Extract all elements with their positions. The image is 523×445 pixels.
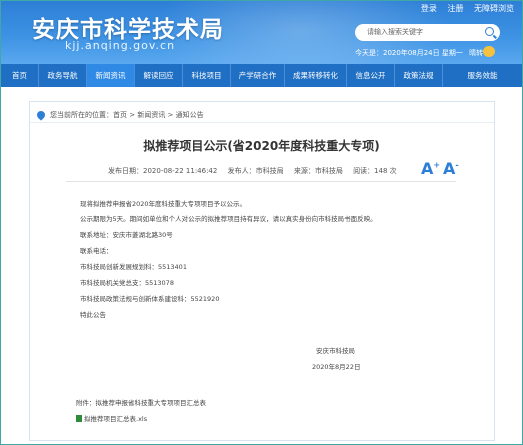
author: 发布人：市科技局 [227, 167, 284, 175]
paragraph-phone-3: 市科技局政策法规与创新体系建设科：5521920 [80, 295, 220, 303]
search-icon[interactable] [485, 27, 494, 36]
font-increase-label: A [421, 159, 434, 178]
paragraph-intro: 现将拟推荐申报省2020年度科技重大专项项目予以公示。 [80, 200, 247, 208]
date-text: 今天是：2020年08月24日 星期一 [355, 49, 463, 57]
source: 来源：市科技局 [293, 167, 343, 175]
nav-item-transfer[interactable]: 成果转移转化 [285, 64, 347, 87]
nav-item-news[interactable]: 新闻资讯 [87, 64, 135, 87]
site-header: 安庆市科学技术局 kjj.anqing.gov.cn 登录 注册 无障碍浏览 请… [1, 1, 522, 64]
view-count: 阅读：148 次 [353, 167, 397, 175]
publish-time: 发布日期：2020-08-22 11:46:42 [108, 167, 218, 175]
paragraph-phone-2: 市科技局机关党总支：5513078 [80, 279, 174, 287]
breadcrumb: 您当前所在的位置：首页 > 新闻资讯 > 通知公告 [35, 109, 204, 121]
nav-item-cooperation[interactable]: 产学研合作 [231, 64, 285, 87]
nav-item-policy[interactable]: 政策法规 [395, 64, 443, 87]
search-placeholder: 请输入搜索关键字 [367, 28, 423, 36]
location-pin-icon [35, 109, 47, 121]
nav-item-home[interactable]: 首页 [1, 64, 39, 87]
search-input[interactable]: 请输入搜索关键字 [355, 24, 500, 41]
breadcrumb-divider [30, 122, 494, 123]
nav-item-interpret[interactable]: 解读回应 [135, 64, 183, 87]
sun-icon [483, 46, 495, 57]
title-divider [66, 181, 456, 182]
minus-icon: - [455, 160, 459, 170]
plus-icon: + [433, 160, 441, 170]
register-link[interactable]: 注册 [447, 4, 463, 13]
attachment-link[interactable]: 拟推荐项目汇总表.xls [76, 413, 147, 423]
site-domain: kjj.anqing.gov.cn [65, 39, 176, 52]
nav-item-service[interactable]: 服务效能 [443, 64, 522, 87]
breadcrumb-text[interactable]: 您当前所在的位置：首页 > 新闻资讯 > 通知公告 [50, 110, 204, 120]
font-decrease-button[interactable]: A- [443, 159, 459, 178]
paragraph-notice: 公示期限为5天。期间如单位和个人对公示的拟推荐项目持有异议，请以真实身份向市科技… [80, 215, 377, 223]
nav-item-disclosure[interactable]: 信息公开 [347, 64, 395, 87]
date-line: 今天是：2020年08月24日 星期一 晴转 [355, 48, 483, 58]
attachment-file[interactable]: 拟推荐项目汇总表.xls [84, 415, 147, 423]
article-title: 拟推荐项目公示(省2020年度科技重大专项) [143, 139, 380, 153]
signature-date: 2020年8月22日 [312, 363, 361, 371]
weather-label: 晴转 [469, 49, 484, 57]
main-nav: 首页 政务导航 新闻资讯 解读回应 科技项目 产学研合作 成果转移转化 信息公开… [1, 64, 522, 87]
excel-file-icon [76, 415, 82, 422]
accessibility-link[interactable]: 无障碍浏览 [474, 4, 514, 13]
paragraph-phone-heading: 联系电话： [80, 247, 113, 255]
nav-item-projects[interactable]: 科技项目 [183, 64, 231, 87]
paragraph-phone-1: 市科技局创新发展规划科：5513401 [80, 263, 187, 271]
nav-item-gov-guide[interactable]: 政务导航 [39, 64, 87, 87]
article-meta: 发布日期：2020-08-22 11:46:42 发布人：市科技局 来源：市科技… [108, 166, 405, 176]
font-decrease-label: A [443, 159, 456, 178]
paragraph-closing: 特此公告 [80, 311, 106, 319]
top-links: 登录 注册 无障碍浏览 [413, 3, 514, 14]
attachment-label: 附件：拟推荐申报省科技重大专项项目汇总表 [76, 399, 206, 407]
signature-org: 安庆市科技局 [316, 347, 355, 355]
font-increase-button[interactable]: A+ [421, 159, 440, 178]
login-link[interactable]: 登录 [421, 4, 437, 13]
paragraph-address: 联系地址：安庆市菱湖北路30号 [80, 231, 173, 239]
